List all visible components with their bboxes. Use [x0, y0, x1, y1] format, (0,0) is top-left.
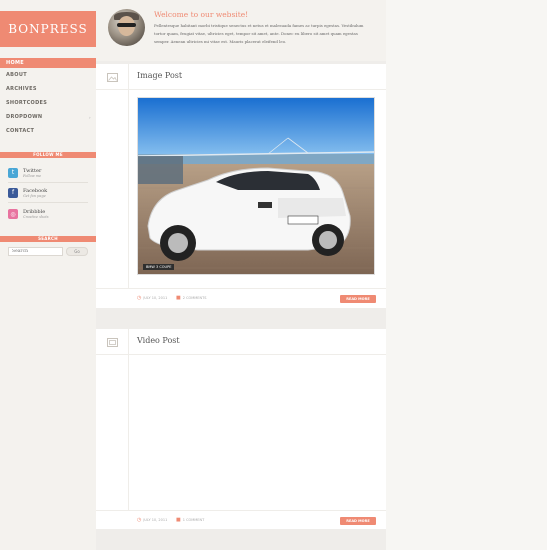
nav-item-home[interactable]: HOME — [0, 58, 96, 68]
author-avatar — [108, 9, 145, 46]
dribbble-icon: ◎ — [8, 209, 18, 219]
post-video: Video Post ◷ JULY 10, 2011 ■ 1 COMMENT R… — [96, 329, 386, 529]
chevron-right-icon: › — [89, 114, 91, 120]
post-image: Image Post BMW 3 COUPE ◷ JULY 10, 2011 ■… — [96, 64, 386, 308]
nav-item-about[interactable]: ABOUT — [0, 68, 96, 82]
image-icon — [96, 64, 129, 90]
welcome-text: Pellentesque habitant morbi tristique se… — [154, 23, 364, 44]
image-caption: BMW 3 COUPE — [143, 264, 175, 270]
post-date: ◷ JULY 10, 2011 — [137, 517, 168, 523]
clock-icon: ◷ — [137, 295, 142, 301]
twitter-icon: t — [8, 167, 18, 178]
follow-heading: FOLLOW ME — [0, 152, 96, 158]
welcome-title: Welcome to our website! — [154, 10, 249, 19]
post-comments[interactable]: ■ 1 COMMENT — [176, 517, 204, 523]
video-icon — [96, 329, 129, 355]
search-input[interactable] — [8, 247, 63, 256]
sidebar: BONPRESS HOME ABOUT ARCHIVES SHORTCODES … — [0, 0, 96, 550]
nav-item-label: DROPDOWN — [6, 114, 43, 120]
page-right-margin — [386, 0, 547, 550]
social-dribbble[interactable]: ◎ Dribbble Creative shots — [8, 204, 88, 224]
social-sub: Get fan page — [23, 193, 46, 198]
post-date: ◷ JULY 10, 2011 — [137, 295, 168, 301]
post-footer: ◷ JULY 10, 2011 ■ 1 COMMENT READ MORE — [96, 510, 386, 530]
post-header: Video Post — [96, 329, 386, 355]
post-title[interactable]: Video Post — [137, 336, 180, 345]
nav-item-archives[interactable]: ARCHIVES — [0, 82, 96, 96]
nav-item-shortcodes[interactable]: SHORTCODES — [0, 96, 96, 110]
read-more-button[interactable]: READ MORE — [340, 295, 376, 303]
post-title[interactable]: Image Post — [137, 71, 182, 80]
social-sub: Creative shots — [23, 215, 49, 219]
post-comments[interactable]: ■ 2 COMMENTS — [176, 295, 207, 301]
social-facebook[interactable]: f Facebook Get fan page — [8, 183, 88, 203]
social-sub: Follow me — [23, 173, 42, 178]
post-footer: ◷ JULY 10, 2011 ■ 2 COMMENTS READ MORE — [96, 288, 386, 308]
nav-item-contact[interactable]: CONTACT — [0, 124, 96, 138]
comment-icon: ■ — [176, 517, 181, 523]
facebook-icon: f — [8, 187, 18, 198]
social-twitter[interactable]: t Twitter Follow me — [8, 163, 88, 183]
post-featured-image[interactable]: BMW 3 COUPE — [137, 97, 375, 275]
nav-item-dropdown[interactable]: DROPDOWN › — [0, 110, 96, 124]
read-more-button[interactable]: READ MORE — [340, 517, 376, 525]
site-logo[interactable]: BONPRESS — [0, 11, 96, 47]
post-header: Image Post — [96, 64, 386, 90]
main-nav: HOME ABOUT ARCHIVES SHORTCODES DROPDOWN … — [0, 58, 96, 138]
comment-icon: ■ — [176, 295, 181, 301]
search-go-button[interactable]: Go — [66, 247, 88, 256]
clock-icon: ◷ — [137, 517, 142, 523]
search-heading: SEARCH — [0, 236, 96, 242]
